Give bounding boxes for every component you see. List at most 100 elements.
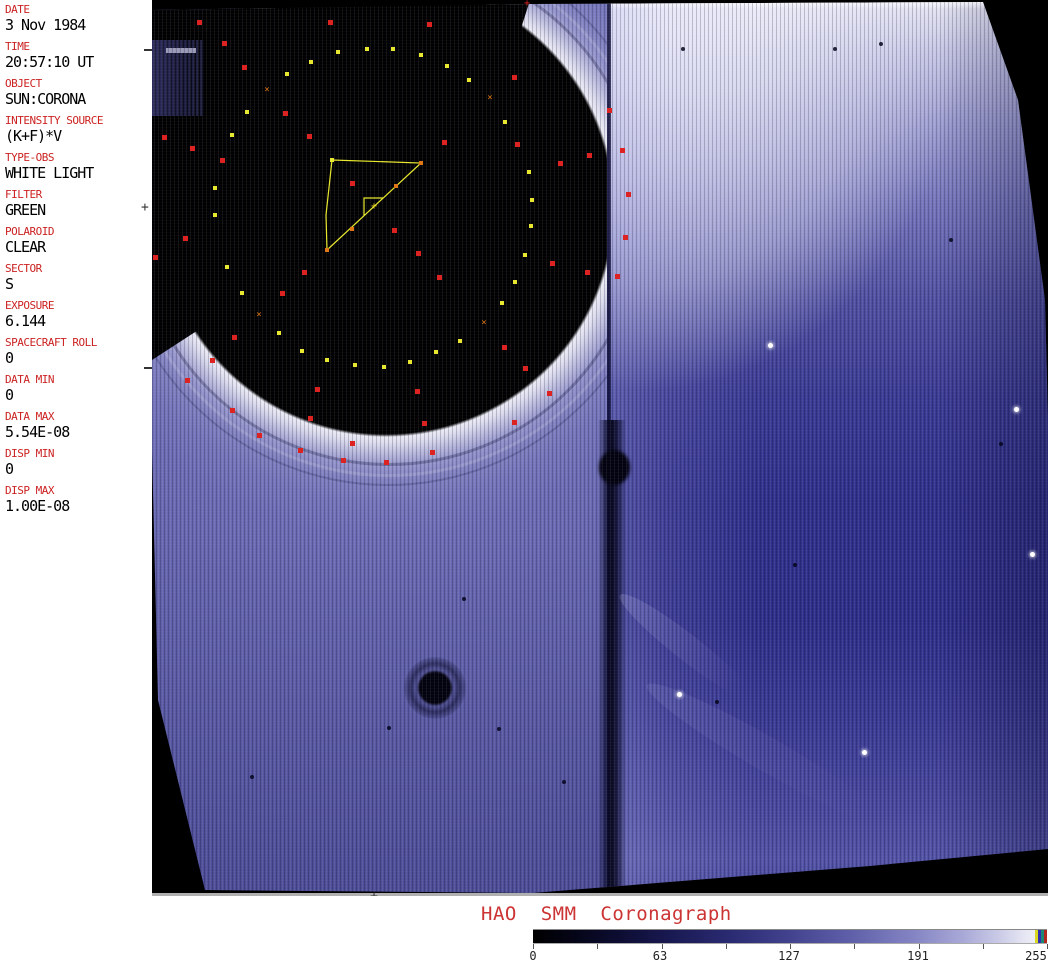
dark-speck	[387, 726, 391, 730]
star-point	[1014, 407, 1019, 412]
field-value: 0	[5, 349, 14, 367]
metadata-field: FILTER GREEN	[5, 188, 152, 219]
yellow-fiducial-dot	[300, 349, 304, 353]
yellow-fiducial-dot	[336, 50, 340, 54]
yellow-fiducial-dot	[527, 170, 531, 174]
yellow-fiducial-dot	[240, 291, 244, 295]
yellow-fiducial-dot	[467, 78, 471, 82]
red-fiducial-dot	[392, 228, 397, 233]
red-fiducial-dot	[620, 148, 625, 153]
field-label: SPACECRAFT ROLL	[5, 336, 97, 349]
dark-speck	[949, 238, 953, 242]
field-label: SECTOR	[5, 262, 42, 275]
orange-vertex-marker	[350, 227, 354, 231]
dark-speck	[833, 47, 837, 51]
colorbar-tick-label: 63	[652, 949, 668, 960]
yellow-fiducial-dot	[458, 339, 462, 343]
red-fiducial-dot	[585, 270, 590, 275]
orange-x-mark: ×	[487, 93, 493, 103]
star-point	[768, 343, 773, 348]
red-fiducial-dot	[623, 235, 628, 240]
plot-title: HAO SMM Coronagraph	[481, 903, 732, 925]
red-fiducial-dot	[523, 366, 528, 371]
field-label: OBJECT	[5, 77, 42, 90]
red-fiducial-dot	[328, 20, 333, 25]
field-label: INTENSITY SOURCE	[5, 114, 103, 127]
field-value: (K+F)*V	[5, 127, 62, 145]
red-fiducial-dot	[550, 261, 555, 266]
red-fiducial-dot	[416, 251, 421, 256]
yellow-fiducial-dot	[530, 198, 534, 202]
yellow-fiducial-dot	[419, 53, 423, 57]
field-value: GREEN	[5, 201, 46, 219]
colorbar-tick	[597, 944, 599, 949]
red-fiducial-dot	[442, 140, 447, 145]
red-fiducial-dot	[280, 291, 285, 296]
field-value: WHITE LIGHT	[5, 164, 94, 182]
colorbar-tick-label: 191	[907, 949, 929, 960]
yellow-fiducial-dot	[225, 265, 229, 269]
red-fiducial-dot	[210, 358, 215, 363]
metadata-field: EXPOSURE 6.144	[5, 299, 152, 330]
metadata-field: DATA MAX 5.54E-08	[5, 410, 152, 441]
field-value: 5.54E-08	[5, 423, 70, 441]
red-fiducial-dot	[427, 22, 432, 27]
sun-center-plus-mark: +	[370, 201, 378, 212]
red-fiducial-dot	[242, 65, 247, 70]
red-fiducial-dot	[341, 458, 346, 463]
red-plus-mark: +	[523, 0, 531, 9]
dark-speck	[793, 563, 797, 567]
yellow-fiducial-dot	[325, 358, 329, 362]
star-point	[677, 692, 682, 697]
red-fiducial-dot	[615, 274, 620, 279]
field-label: FILTER	[5, 188, 42, 201]
red-fiducial-dot	[512, 75, 517, 80]
red-fiducial-dot	[283, 111, 288, 116]
red-fiducial-dot	[222, 41, 227, 46]
red-fiducial-dot	[183, 236, 188, 241]
yellow-fiducial-dot	[382, 365, 386, 369]
colorbar-tick	[854, 944, 856, 949]
left-axis-tick	[144, 367, 152, 369]
field-label: DATA MAX	[5, 410, 54, 423]
yellow-fiducial-dot	[353, 363, 357, 367]
metadata-sidebar: DATE 3 Nov 1984 TIME 20:57:10 UT OBJECT SUN:C…	[0, 0, 152, 893]
field-label: DISP MIN	[5, 447, 54, 460]
red-fiducial-dot	[350, 181, 355, 186]
coronagraph-image-canvas[interactable]: × × × × + +	[152, 0, 1048, 893]
left-axis-plus-tick: +	[141, 200, 149, 215]
yellow-fiducial-dot	[309, 60, 313, 64]
yellow-fiducial-dot	[513, 280, 517, 284]
field-value: 0	[5, 460, 14, 478]
red-fiducial-dot	[315, 387, 320, 392]
field-label: DATA MIN	[5, 373, 54, 386]
yellow-fiducial-dot	[230, 133, 234, 137]
metadata-field: INTENSITY SOURCE (K+F)*V	[5, 114, 152, 145]
colorbar-tick-label: 0	[529, 949, 537, 960]
red-fiducial-dot	[502, 345, 507, 350]
orange-vertex-marker	[394, 184, 398, 188]
yellow-fiducial-dot	[523, 253, 527, 257]
red-fiducial-dot	[302, 270, 307, 275]
yellow-fiducial-dot	[245, 110, 249, 114]
red-fiducial-dot	[384, 460, 389, 465]
colorbar	[533, 929, 1047, 944]
metadata-field: SECTOR S	[5, 262, 152, 293]
app-window: DATE 3 Nov 1984 TIME 20:57:10 UT OBJECT SUN:C…	[0, 0, 1048, 960]
dark-speck	[497, 727, 501, 731]
field-label: POLAROID	[5, 225, 54, 238]
dark-speck	[879, 42, 883, 46]
metadata-field: TIME 20:57:10 UT	[5, 40, 152, 71]
metadata-field: DATE 3 Nov 1984	[5, 3, 152, 34]
red-fiducial-dot	[422, 421, 427, 426]
field-value: S	[5, 275, 14, 293]
red-fiducial-dot	[607, 108, 612, 113]
yellow-fiducial-dot	[434, 350, 438, 354]
field-label: TIME	[5, 40, 30, 53]
red-fiducial-dot	[197, 20, 202, 25]
dark-speck	[999, 442, 1003, 446]
colorbar-tick	[725, 944, 727, 949]
red-fiducial-dot	[153, 255, 158, 260]
dark-speck	[715, 700, 719, 704]
yellow-fiducial-dot	[213, 213, 217, 217]
